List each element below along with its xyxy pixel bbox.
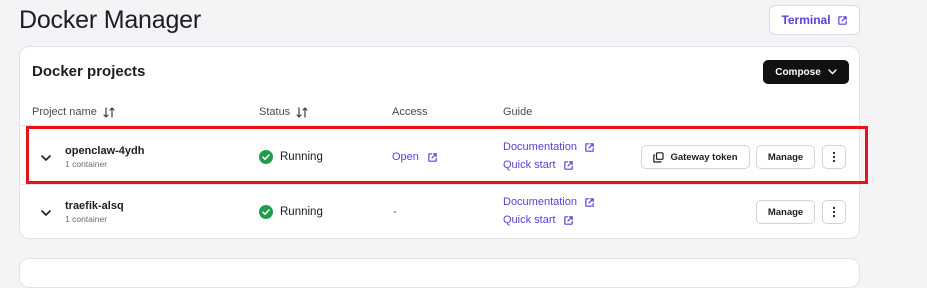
access-empty: - — [393, 206, 397, 218]
external-link-icon — [428, 152, 437, 162]
page-title: Docker Manager — [19, 6, 202, 34]
status-badge: Running — [259, 205, 323, 219]
quick-start-label: Quick start — [503, 214, 556, 226]
table-row: openclaw-4ydh 1 container Running Open D… — [20, 126, 861, 182]
more-options-button[interactable] — [822, 200, 846, 224]
column-header-access: Access — [392, 106, 427, 118]
documentation-link[interactable]: Documentation — [503, 141, 595, 153]
chevron-down-icon — [828, 69, 837, 75]
more-vertical-icon — [832, 206, 836, 218]
status-label: Running — [280, 206, 323, 218]
external-link-icon — [837, 15, 847, 25]
status-label: Running — [280, 151, 323, 163]
manage-label: Manage — [767, 206, 804, 218]
column-header-guide: Guide — [503, 106, 532, 118]
gateway-token-label: Gateway token — [670, 151, 738, 163]
project-name: traefik-alsq — [65, 200, 124, 212]
documentation-label: Documentation — [503, 196, 577, 208]
more-options-button[interactable] — [822, 145, 846, 169]
project-container-count: 1 container — [65, 214, 108, 224]
external-link-icon — [585, 142, 594, 152]
quick-start-link[interactable]: Quick start — [503, 159, 574, 171]
sort-icon — [103, 106, 115, 118]
card-title: Docker projects — [32, 63, 146, 80]
documentation-label: Documentation — [503, 141, 577, 153]
project-name: openclaw-4ydh — [65, 145, 145, 157]
column-header-label: Project name — [32, 106, 97, 118]
compose-label: Compose — [775, 66, 821, 78]
check-circle-icon — [259, 205, 273, 219]
external-link-icon — [585, 197, 594, 207]
gateway-token-button[interactable]: Gateway token — [641, 145, 750, 169]
manage-label: Manage — [767, 151, 804, 163]
column-header-label: Status — [259, 106, 291, 118]
column-header-status[interactable]: Status — [259, 106, 308, 118]
check-circle-icon — [259, 150, 273, 164]
open-label: Open — [392, 151, 419, 163]
project-container-count: 1 container — [65, 159, 108, 169]
terminal-label: Terminal — [781, 13, 831, 27]
copy-icon — [653, 151, 665, 163]
chevron-down-icon[interactable] — [40, 152, 52, 164]
secondary-card — [19, 258, 860, 288]
manage-button[interactable]: Manage — [756, 200, 815, 224]
chevron-down-icon[interactable] — [40, 207, 52, 219]
external-link-icon — [563, 160, 573, 170]
column-header-label: Guide — [503, 106, 533, 118]
sort-icon — [296, 106, 308, 118]
column-header-label: Access — [392, 106, 428, 118]
external-link-icon — [563, 215, 573, 225]
terminal-button[interactable]: Terminal — [769, 5, 860, 35]
docker-projects-card: Docker projects Compose Project name Sta… — [19, 46, 861, 241]
status-badge: Running — [259, 150, 323, 164]
open-link[interactable]: Open — [392, 151, 438, 163]
quick-start-link[interactable]: Quick start — [503, 214, 574, 226]
manage-button[interactable]: Manage — [756, 145, 815, 169]
column-header-project[interactable]: Project name — [32, 106, 115, 118]
quick-start-label: Quick start — [503, 159, 556, 171]
compose-button[interactable]: Compose — [763, 60, 849, 84]
documentation-link[interactable]: Documentation — [503, 196, 595, 208]
table-row: traefik-alsq 1 container Running - Docum… — [20, 185, 861, 241]
more-vertical-icon — [832, 151, 836, 163]
